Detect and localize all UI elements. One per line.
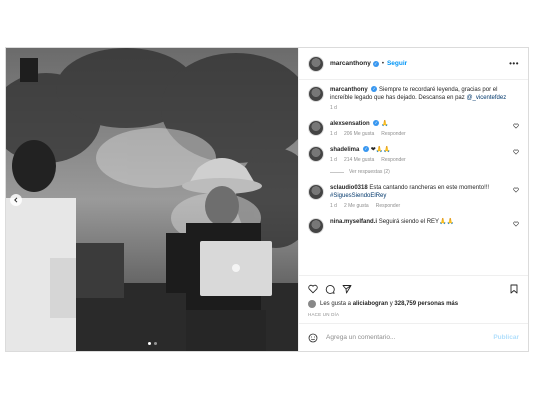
post-modal: marcanthony ✓ • Seguir ••• marcanthony ✓… — [6, 48, 528, 351]
post-header: marcanthony ✓ • Seguir ••• — [299, 48, 528, 80]
add-comment-bar: Agrega un comentario... Publicar — [299, 323, 528, 351]
reply-button[interactable]: Responder — [381, 157, 405, 163]
chevron-left-icon — [14, 197, 18, 203]
action-icons-row — [308, 282, 519, 296]
comments-list: marcanthony ✓ Siempre te recordaré leyen… — [299, 80, 528, 275]
liker-avatar — [308, 300, 316, 308]
comment-like-heart-icon[interactable] — [513, 123, 519, 129]
comment-item: sclaudio0318 Esta cantando rancheras en … — [308, 184, 519, 209]
comment-input[interactable]: Agrega un comentario... — [326, 334, 395, 341]
carousel-indicator — [6, 342, 298, 345]
author-username[interactable]: marcanthony — [330, 60, 371, 67]
verified-badge-icon: ✓ — [372, 60, 379, 67]
previous-slide-button[interactable] — [10, 194, 22, 206]
follow-button[interactable]: Seguir — [387, 60, 407, 67]
comment-username[interactable]: sclaudio0318 — [330, 185, 368, 191]
author-avatar[interactable] — [308, 86, 324, 102]
reply-button[interactable]: Responder — [376, 203, 400, 209]
verified-badge-icon: ✓ — [371, 86, 378, 93]
post-photo[interactable] — [6, 48, 298, 351]
comment-item: alexsensation ✓ 🙏 1 d 206 Me gusta Respo… — [308, 120, 519, 137]
post-date: HACE UN DÍA — [308, 312, 340, 317]
caption-mention[interactable]: @_vicentefdez — [466, 95, 506, 101]
comment-text: Seguirá siendo el REY🙏🙏 — [378, 219, 454, 225]
reply-button[interactable]: Responder — [381, 131, 405, 137]
post-actions: Les gusta a aliciabogran y 328,759 perso… — [299, 275, 528, 317]
commenter-avatar[interactable] — [308, 120, 324, 136]
comment-username[interactable]: shadelima — [330, 147, 359, 153]
comment-text: 🙏 — [381, 121, 389, 127]
comment-icon[interactable] — [325, 284, 335, 294]
comment-time: 1 d — [330, 131, 337, 137]
view-replies-button[interactable]: Ver respuestas (2) — [330, 169, 519, 175]
comment-likes[interactable]: 206 Me gusta — [344, 131, 374, 137]
comment-text: Esta cantando rancheras en este momento!… — [369, 185, 490, 191]
likes-count[interactable]: 328,759 personas más — [394, 301, 458, 307]
comment-time: 1 d — [330, 203, 337, 209]
view-replies-label: Ver respuestas (2) — [349, 169, 390, 175]
commenter-avatar[interactable] — [308, 218, 324, 234]
caption-username[interactable]: marcanthony — [330, 87, 368, 93]
likes-prefix: Les gusta a — [320, 301, 352, 307]
comment-hashtag[interactable]: #SiguesSiendoElRey — [330, 193, 386, 199]
photo-illustration — [6, 48, 298, 351]
replies-divider — [330, 171, 344, 173]
bookmark-icon[interactable] — [509, 284, 519, 294]
header-separator: • — [381, 60, 384, 67]
comment-item: shadelima ✓ ❤🙏🙏 1 d 214 Me gusta Respond… — [308, 146, 519, 163]
comment-username[interactable]: nina.myselfand.i — [330, 219, 377, 225]
caption-time: 1 d — [330, 105, 337, 111]
comment-item: nina.myselfand.i Seguirá siendo el REY🙏🙏 — [308, 218, 519, 234]
heart-icon[interactable] — [308, 284, 318, 294]
liker-username[interactable]: aliciabogran — [353, 301, 388, 307]
share-icon[interactable] — [342, 284, 352, 294]
commenter-avatar[interactable] — [308, 184, 324, 200]
author-avatar[interactable] — [308, 55, 324, 72]
emoji-icon[interactable] — [308, 333, 318, 343]
commenter-avatar[interactable] — [308, 146, 324, 162]
comment-like-heart-icon[interactable] — [513, 221, 519, 227]
comment-like-heart-icon[interactable] — [513, 149, 519, 155]
verified-badge-icon: ✓ — [363, 146, 370, 153]
likes-middle: y — [389, 301, 393, 307]
verified-badge-icon: ✓ — [373, 120, 380, 127]
comment-username[interactable]: alexsensation — [330, 121, 370, 127]
carousel-dot — [147, 342, 151, 345]
carousel-dot — [153, 342, 157, 345]
comment-time: 1 d — [330, 157, 337, 163]
comment-text: ❤🙏🙏 — [370, 147, 391, 153]
comment-likes[interactable]: 2 Me gusta — [344, 203, 369, 209]
publish-button[interactable]: Publicar — [493, 334, 519, 341]
post-caption: marcanthony ✓ Siempre te recordaré leyen… — [308, 86, 519, 111]
post-sidebar: marcanthony ✓ • Seguir ••• marcanthony ✓… — [298, 48, 528, 351]
comment-likes[interactable]: 214 Me gusta — [344, 157, 374, 163]
comment-like-heart-icon[interactable] — [513, 187, 519, 193]
more-options-icon[interactable]: ••• — [509, 59, 519, 68]
likes-summary[interactable]: Les gusta a aliciabogran y 328,759 perso… — [308, 300, 519, 308]
